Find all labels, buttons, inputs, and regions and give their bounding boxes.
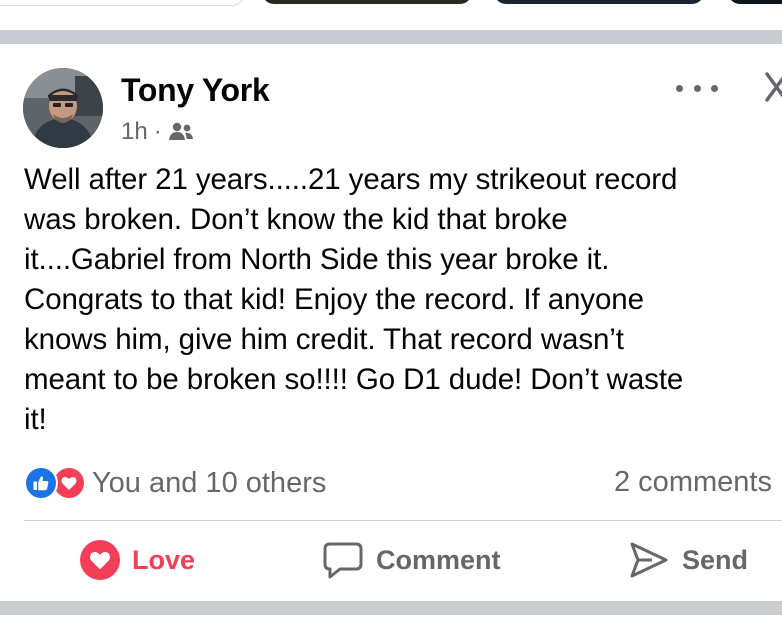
reaction-count[interactable]: You and 10 others (92, 467, 326, 500)
post-meta: 1h · (121, 118, 194, 146)
comments-count[interactable]: 2 comments (614, 466, 772, 499)
avatar[interactable] (23, 68, 103, 148)
send-label: Send (682, 544, 749, 575)
friends-icon (168, 122, 193, 140)
post-text-line: was broken. Don’t know the kid that brok… (24, 203, 568, 236)
comment-icon (323, 542, 363, 579)
feed-divider (0, 601, 782, 615)
separator (24, 520, 782, 521)
author-name[interactable]: Tony York (121, 72, 270, 109)
post-text-line: it....Gabriel from North Side this year … (24, 243, 610, 276)
post-text-line: knows him, give him credit. That record … (24, 323, 624, 356)
send-icon (630, 542, 668, 578)
story-card[interactable] (0, 0, 244, 6)
love-button[interactable]: Love (80, 540, 195, 580)
comment-label: Comment (376, 544, 501, 575)
meta-separator: · (153, 118, 162, 145)
more-options-icon[interactable] (676, 74, 718, 102)
story-card[interactable] (262, 0, 472, 4)
post-text-line: Well after 21 years.....21 years my stri… (24, 163, 678, 196)
stories-strip (0, 0, 782, 10)
story-card[interactable] (728, 0, 782, 4)
love-label: Love (132, 544, 196, 575)
feed-divider (0, 30, 782, 44)
close-icon[interactable] (760, 70, 782, 104)
send-button[interactable]: Send (628, 540, 748, 580)
love-reaction-icon (80, 540, 120, 580)
next-post-edge (0, 615, 782, 637)
comment-button[interactable]: Comment (322, 540, 501, 580)
like-icon (24, 466, 58, 500)
post-text-line: it! (24, 403, 47, 436)
post-text-line: Congrats to that kid! Enjoy the record. … (24, 283, 644, 316)
post-text-line: meant to be broken so!!!! Go D1 dude! Do… (24, 363, 684, 396)
reactions-summary[interactable]: You and 10 others (24, 466, 326, 500)
story-card[interactable] (494, 0, 704, 4)
post-time[interactable]: 1h (121, 118, 148, 146)
post-body: Well after 21 years.....21 years my stri… (24, 160, 782, 440)
